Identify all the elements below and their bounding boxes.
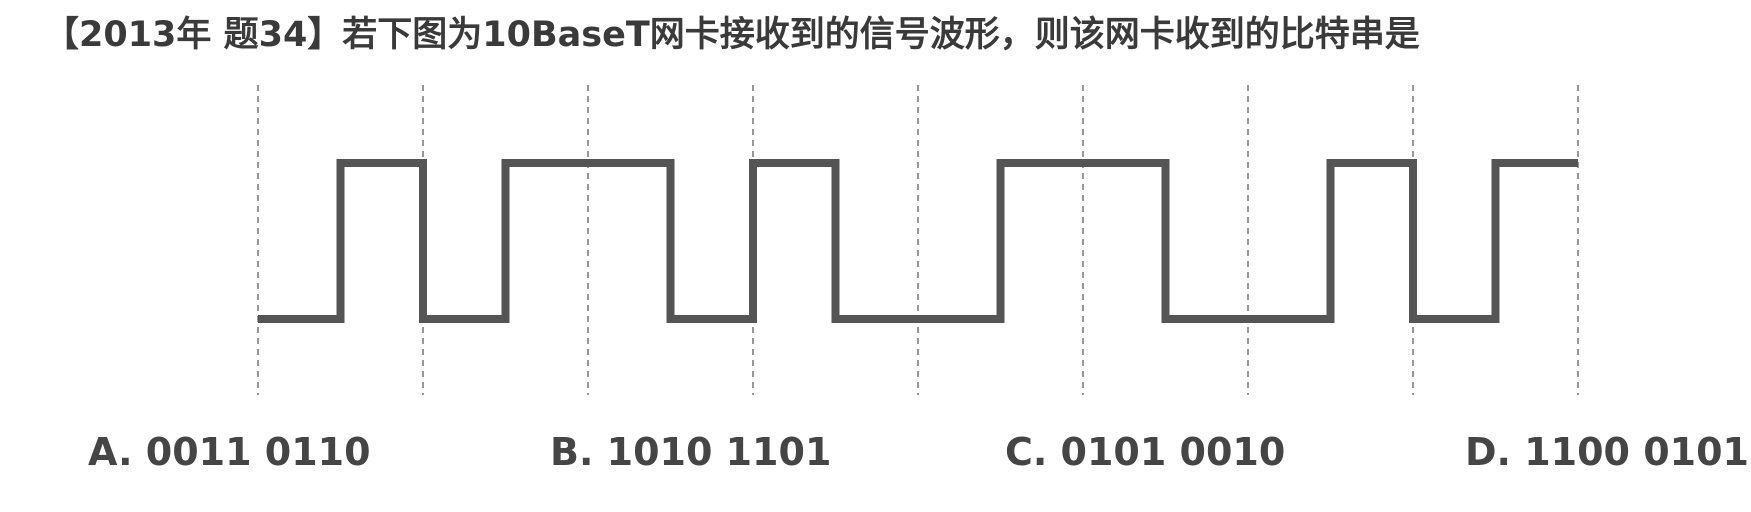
option-c[interactable]: C. 0101 0010 — [1005, 430, 1285, 474]
bit-boundary-guides — [257, 85, 1579, 395]
option-a[interactable]: A. 0011 0110 — [88, 430, 371, 474]
option-d[interactable]: D. 1100 0101 — [1465, 430, 1749, 474]
option-b[interactable]: B. 1010 1101 — [550, 430, 831, 474]
